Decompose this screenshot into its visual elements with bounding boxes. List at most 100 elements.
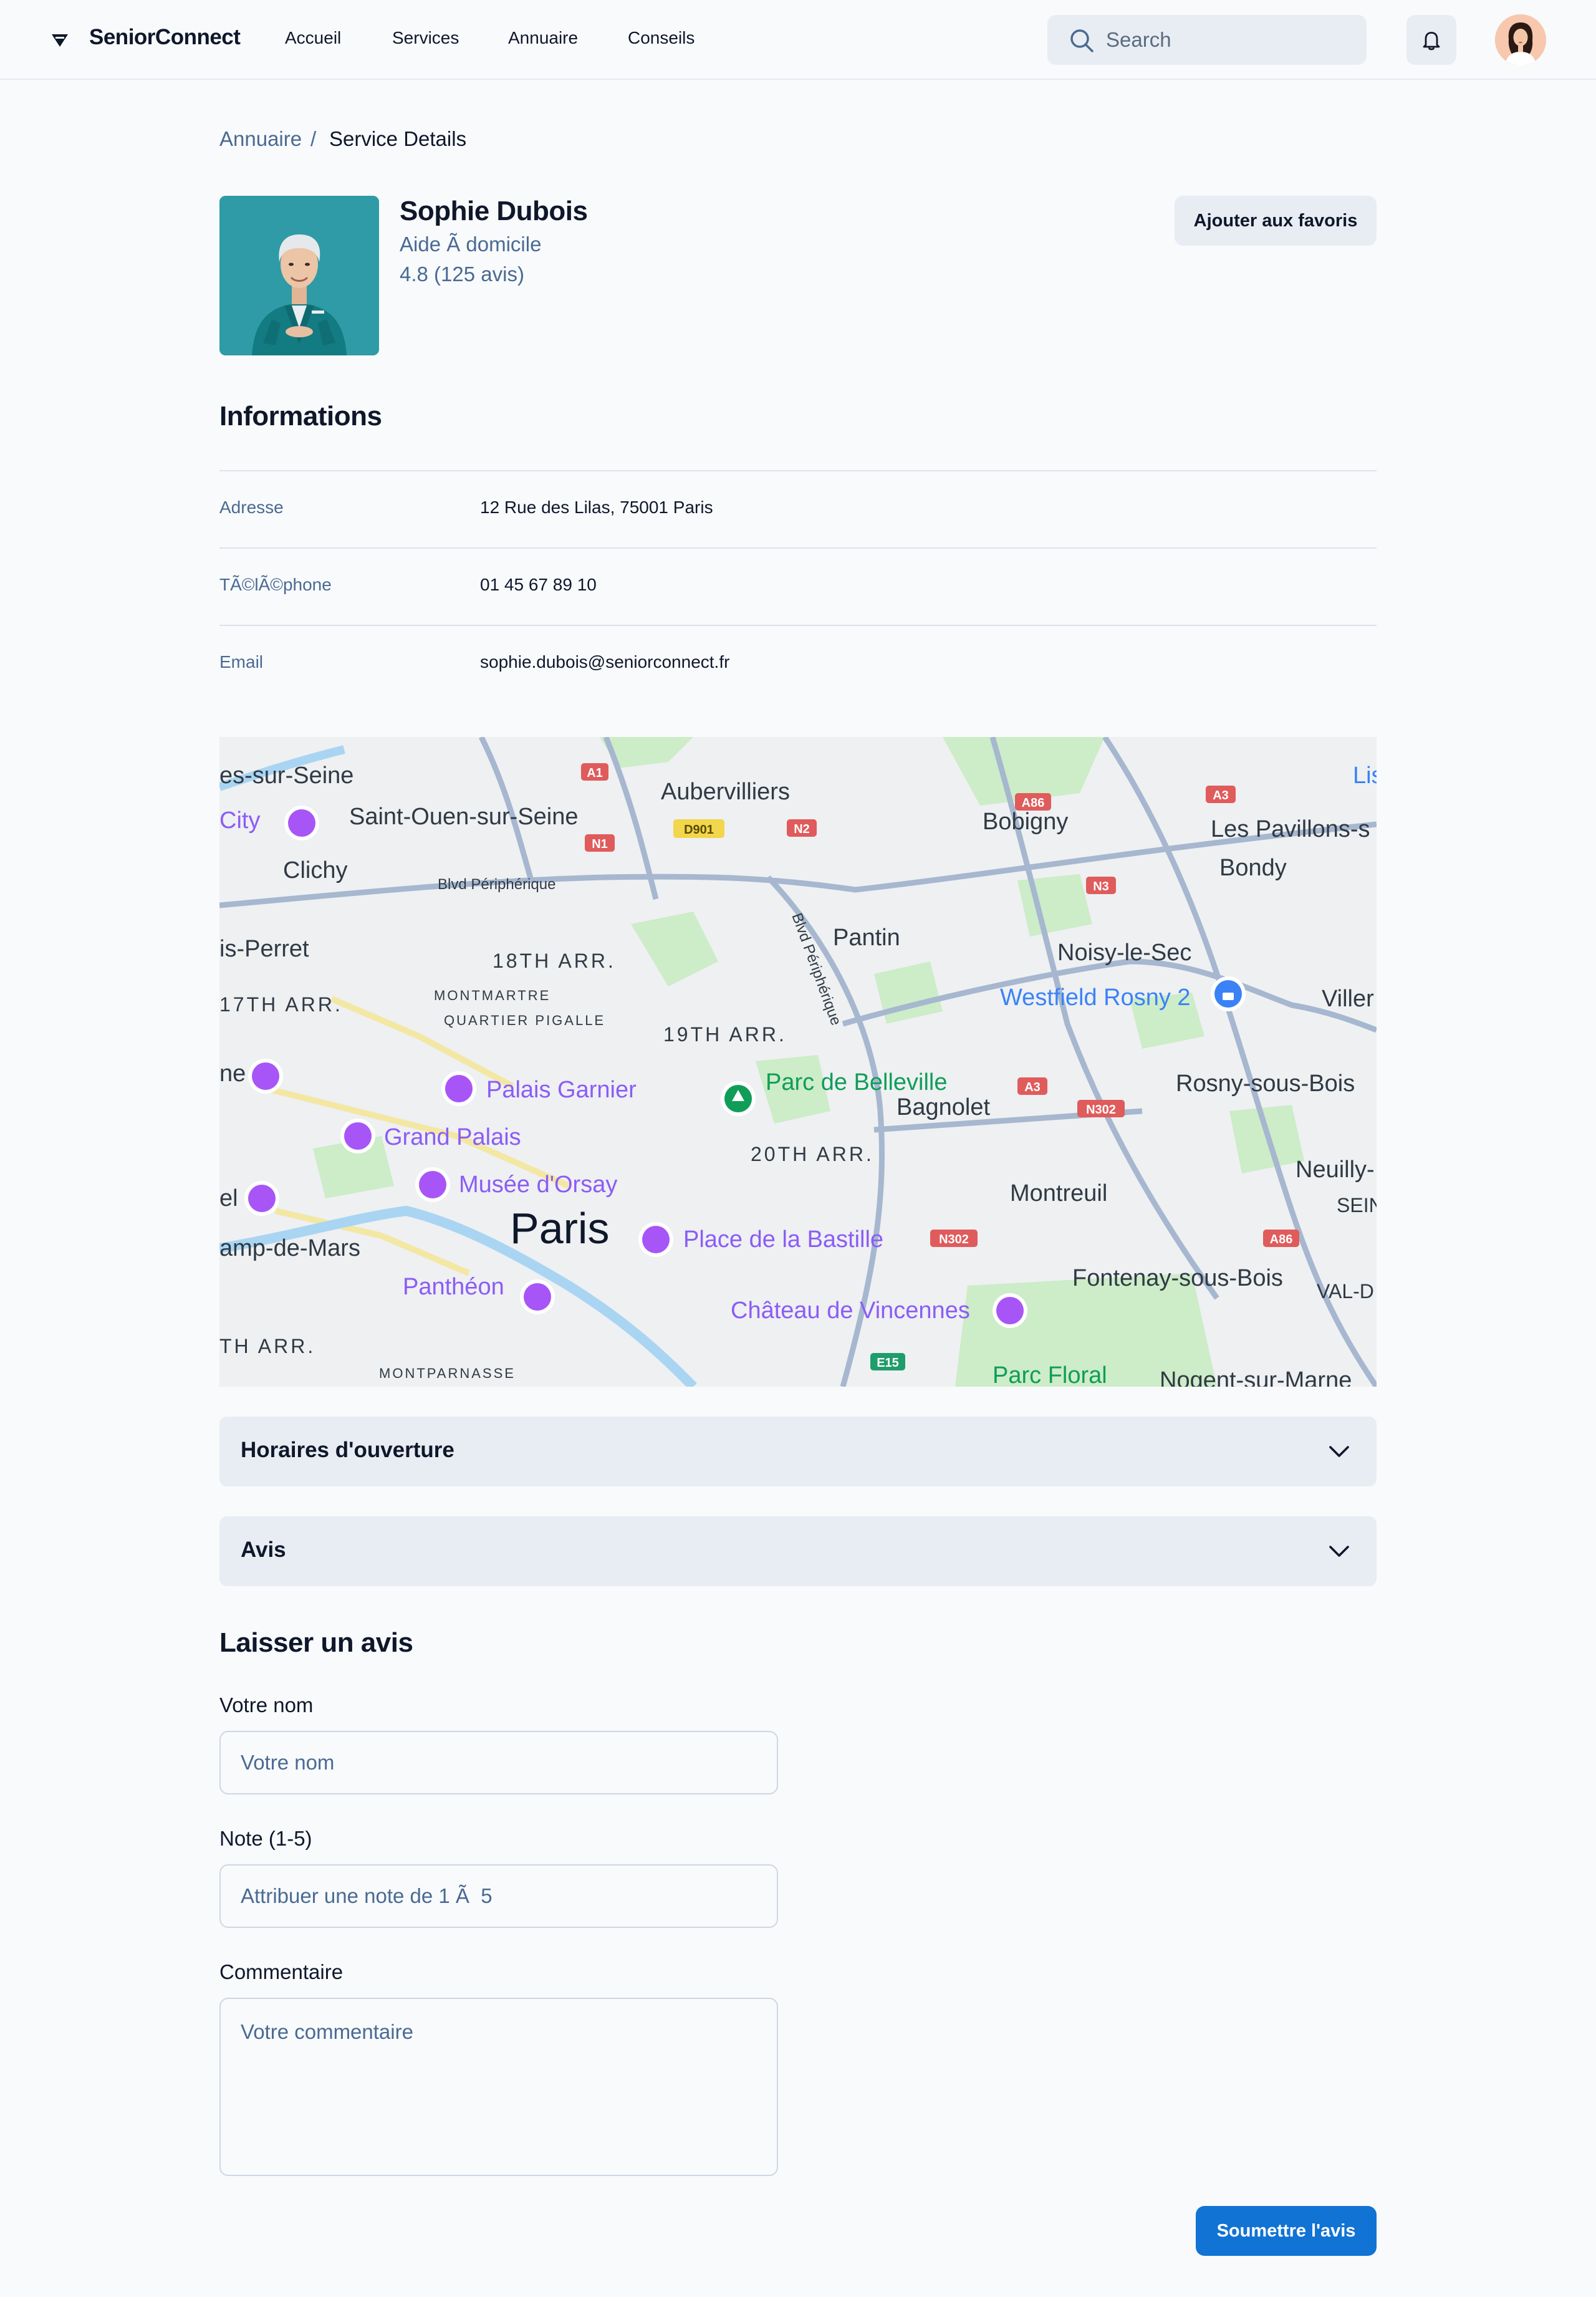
map-label: City	[219, 807, 260, 834]
avatar-portrait-icon	[1495, 14, 1546, 65]
nav-link-services[interactable]: Services	[392, 28, 459, 48]
breadcrumb-current: Service Details	[329, 127, 467, 150]
info-row-phone: TÃ©lÃ©phone 01 45 67 89 10	[219, 547, 1377, 625]
provider-name: Sophie Dubois	[400, 196, 588, 226]
map-label: Parc de Belleville	[766, 1069, 947, 1096]
map-label: Panthéon	[403, 1274, 504, 1300]
name-input[interactable]	[219, 1731, 778, 1794]
map-label: Grand Palais	[384, 1124, 521, 1150]
map-label: Saint-Ouen-sur-Seine	[349, 804, 579, 830]
map-label: Bobigny	[983, 809, 1068, 835]
map-label: TH ARR.	[219, 1335, 315, 1357]
road-shield: D901	[684, 823, 714, 837]
accordion-title: Horaires d'ouverture	[241, 1438, 454, 1462]
name-label: Votre nom	[219, 1693, 314, 1717]
map-label: Pantin	[833, 925, 900, 951]
map-label: is-Perret	[219, 936, 309, 962]
map-label: Lis	[1353, 763, 1377, 789]
map-label: Westfield Rosny 2	[1000, 985, 1191, 1011]
breadcrumb-link-annuaire[interactable]: Annuaire	[219, 127, 302, 151]
info-label: TÃ©lÃ©phone	[219, 575, 332, 594]
provider-role: Aide Ã domicile	[400, 233, 542, 256]
top-nav-bar: SeniorConnect Accueil Services Annuaire …	[0, 0, 1596, 80]
road-shield: A1	[587, 766, 603, 780]
informations-heading: Informations	[219, 401, 382, 431]
info-label: Email	[219, 652, 264, 672]
map-label: Bagnolet	[897, 1094, 990, 1120]
accordion-reviews[interactable]: Avis	[219, 1516, 1377, 1586]
comment-label: Commentaire	[219, 1960, 344, 1983]
map-label: Place de la Bastille	[683, 1226, 883, 1253]
map-label: Rosny-sous-Bois	[1176, 1071, 1355, 1097]
poi-marker[interactable]	[244, 1181, 279, 1216]
brand-name[interactable]: SeniorConnect	[89, 25, 241, 50]
road-shield: A86	[1270, 1233, 1293, 1246]
poi-marker[interactable]	[284, 806, 319, 840]
poi-marker[interactable]	[415, 1167, 450, 1202]
search-icon	[1070, 29, 1094, 52]
road-shield: N302	[939, 1233, 969, 1246]
map-label: Bondy	[1219, 855, 1287, 881]
user-avatar[interactable]	[1495, 14, 1546, 65]
chevron-down-icon	[1329, 1446, 1349, 1457]
park-marker[interactable]	[721, 1081, 756, 1116]
map-label: QUARTIER PIGALLE	[444, 1013, 605, 1028]
bell-icon	[1423, 32, 1440, 51]
poi-marker[interactable]	[441, 1071, 476, 1106]
nav-link-conseils[interactable]: Conseils	[628, 28, 695, 48]
map-label: 20TH ARR.	[751, 1143, 874, 1165]
map-label: Parc Floral	[993, 1362, 1107, 1387]
info-row-address: Adresse 12 Rue des Lilas, 75001 Paris	[219, 470, 1377, 547]
map-label: 19TH ARR.	[663, 1023, 787, 1046]
map-label: Noisy-le-Sec	[1057, 940, 1191, 966]
add-to-favorites-button[interactable]: Ajouter aux favoris	[1175, 196, 1377, 246]
map-label: Blvd Périphérique	[438, 876, 555, 893]
shopping-marker[interactable]	[1211, 976, 1246, 1011]
map-label: 18TH ARR.	[493, 950, 616, 972]
map-label: Neuilly-	[1296, 1157, 1375, 1183]
location-map[interactable]: es-sur-Seine City Saint-Ouen-sur-Seine A…	[219, 737, 1377, 1387]
info-label: Adresse	[219, 498, 284, 517]
map-label: el	[219, 1185, 238, 1211]
road-shield: A86	[1022, 796, 1045, 810]
info-value[interactable]: sophie.dubois@seniorconnect.fr	[480, 652, 729, 672]
nav-link-annuaire[interactable]: Annuaire	[508, 28, 578, 48]
rating-input[interactable]	[219, 1864, 778, 1928]
provider-portrait-icon	[219, 196, 379, 355]
map-label: Paris	[510, 1204, 609, 1253]
map-label: Fontenay-sous-Bois	[1072, 1265, 1283, 1291]
info-value[interactable]: 01 45 67 89 10	[480, 575, 597, 595]
map-label: Aubervilliers	[661, 779, 790, 805]
breadcrumb-separator: /	[310, 127, 317, 150]
poi-marker[interactable]	[520, 1279, 555, 1314]
nav-link-accueil[interactable]: Accueil	[285, 28, 341, 48]
accordion-opening-hours[interactable]: Horaires d'ouverture	[219, 1417, 1377, 1486]
map-label: Montreuil	[1010, 1180, 1107, 1206]
accordion-title: Avis	[241, 1538, 286, 1562]
poi-marker[interactable]	[638, 1222, 673, 1257]
road-shield: E15	[877, 1356, 899, 1370]
brand-logo-icon[interactable]	[50, 30, 70, 50]
map-label: es-sur-Seine	[219, 763, 353, 789]
poi-marker[interactable]	[248, 1059, 283, 1094]
map-label: VAL-D	[1317, 1280, 1374, 1303]
poi-marker[interactable]	[993, 1293, 1027, 1328]
provider-rating: 4.8 (125 avis)	[400, 262, 524, 286]
map-label: Clichy	[283, 857, 347, 884]
road-shield: N302	[1086, 1103, 1116, 1117]
road-shield: N2	[794, 822, 810, 836]
search-input[interactable]	[1106, 15, 1355, 65]
info-row-email: Email sophie.dubois@seniorconnect.fr	[219, 625, 1377, 702]
notifications-button[interactable]	[1406, 15, 1456, 65]
road-shield: A3	[1213, 789, 1229, 802]
map-label: Les Pavillons-s	[1211, 816, 1370, 842]
chevron-down-icon	[1329, 1546, 1349, 1557]
road-shield: N1	[592, 837, 608, 851]
search-box[interactable]	[1047, 15, 1367, 65]
submit-review-button[interactable]: Soumettre l'avis	[1196, 2206, 1377, 2256]
provider-photo	[219, 196, 379, 355]
comment-textarea[interactable]	[219, 1998, 778, 2176]
poi-marker[interactable]	[340, 1119, 375, 1153]
road-shield: A3	[1024, 1081, 1041, 1094]
map-label: ne	[219, 1061, 246, 1087]
